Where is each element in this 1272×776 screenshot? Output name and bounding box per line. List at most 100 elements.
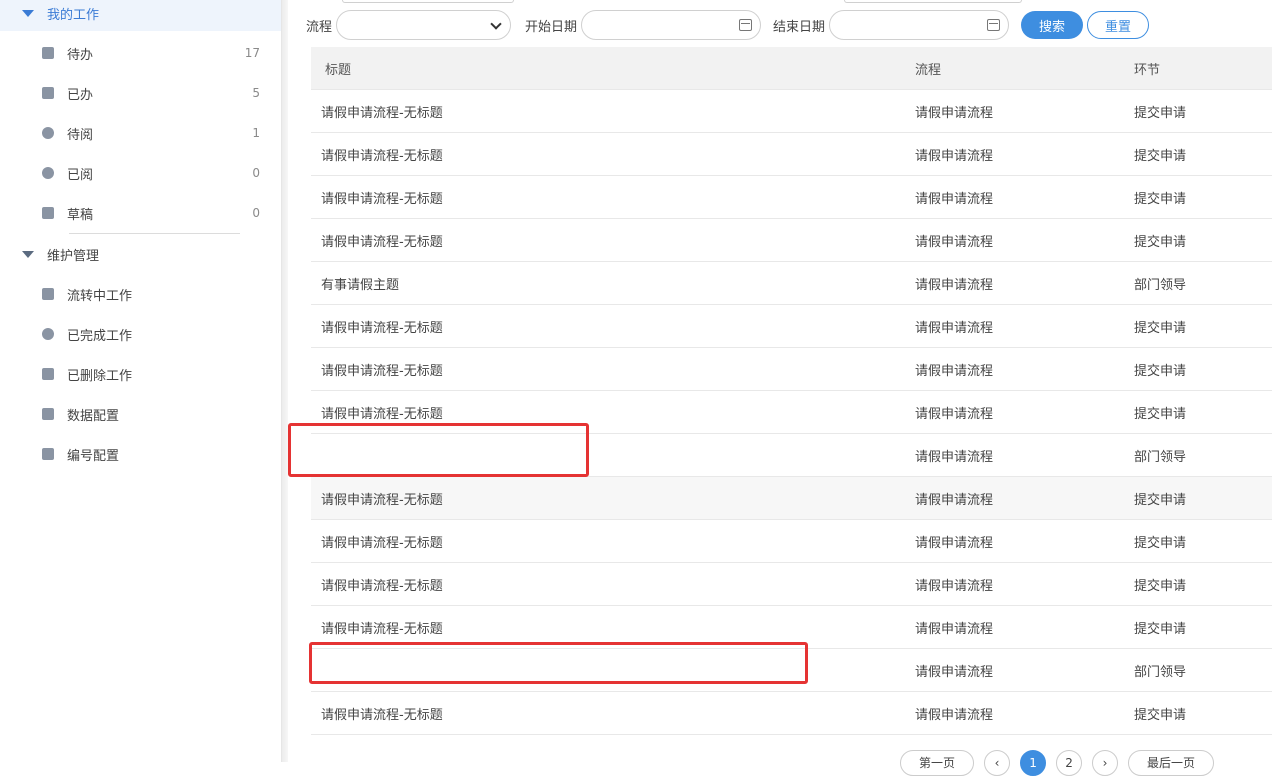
table-row[interactable]: 请假申请流程-无标题 请假申请流程 提交申请 [311, 176, 1272, 219]
cell-step: 提交申请 [1134, 320, 1187, 336]
clock-icon [42, 127, 54, 139]
sidebar-item-count: 0 [252, 166, 260, 180]
cell-step: 提交申请 [1134, 492, 1187, 508]
group-my-work[interactable]: 我的工作 [0, 0, 281, 31]
sidebar-item-count: 5 [252, 86, 260, 100]
first-page-button[interactable]: 第一页 [900, 750, 975, 776]
cell-step: 部门领导 [1134, 449, 1187, 465]
cell-process: 请假申请流程 [915, 105, 994, 121]
cell-title[interactable]: 请假申请流程-无标题 [321, 192, 443, 207]
eye-icon [42, 167, 54, 179]
chevron-left-icon: ‹ [994, 756, 1000, 770]
sidebar-item-completed[interactable]: 已完成工作 [0, 316, 281, 352]
sidebar-item-label: 已删除工作 [67, 368, 133, 384]
start-date-input[interactable] [581, 10, 762, 40]
process-select[interactable] [336, 10, 512, 40]
table-row[interactable]: 请假申请流程-无标题 请假申请流程 提交申请 [311, 90, 1272, 133]
sliders-icon [42, 408, 54, 420]
sidebar: 我的工作 待办 17 已办 5 待阅 1 已阅 0 草稿 0 维护管理 流转中工… [0, 0, 282, 762]
cell-process: 请假申请流程 [915, 664, 994, 680]
next-page-button[interactable]: › [1092, 750, 1119, 776]
cell-title[interactable]: 请假申请流程-无标题 [321, 106, 443, 121]
done-icon [42, 87, 54, 99]
page-button[interactable]: 2 [1056, 750, 1083, 776]
sidebar-item-label: 已办 [67, 87, 94, 103]
page-button[interactable]: 1 [1020, 750, 1047, 776]
cell-step: 部门领导 [1134, 277, 1187, 293]
cell-title[interactable]: 请假申请流程-无标题 [321, 708, 443, 723]
cell-step: 提交申请 [1134, 148, 1187, 164]
trash-icon [42, 368, 54, 380]
calendar-icon[interactable] [987, 19, 1001, 31]
start-date-label: 开始日期 [525, 19, 578, 35]
sidebar-item-count: 1 [252, 126, 260, 140]
table-row[interactable]: 请假申请流程-无标题 请假申请流程 提交申请 [311, 520, 1272, 563]
search-button[interactable]: 搜索 [1021, 11, 1084, 39]
cell-process: 请假申请流程 [915, 578, 994, 594]
cell-title[interactable]: 请假申请流程-无标题 [321, 407, 443, 422]
group-maintenance[interactable]: 维护管理 [0, 236, 281, 272]
cell-step: 部门领导 [1134, 664, 1187, 680]
table-row[interactable]: 请假申请流程-无标题 请假申请流程 提交申请 [311, 477, 1272, 520]
table-row[interactable]: 请假申请流程-无标题 请假申请流程 提交申请 [311, 305, 1272, 348]
sidebar-item-read[interactable]: 已阅 0 [0, 155, 281, 191]
end-date-label: 结束日期 [773, 19, 826, 35]
sidebar-item-label: 流转中工作 [67, 288, 133, 304]
cell-title[interactable]: 请假申请流程-无标题 [321, 622, 443, 637]
cell-process: 请假申请流程 [915, 191, 994, 207]
cell-title[interactable]: 请假申请流程-无标题 [321, 364, 443, 379]
cell-step: 提交申请 [1134, 105, 1187, 121]
last-page-button[interactable]: 最后一页 [1128, 750, 1215, 776]
pagination: 第一页 ‹ 1 2 › 最后一页 [900, 750, 1215, 776]
cell-title[interactable]: 请假申请流程-无标题 [321, 493, 443, 508]
cell-process: 请假申请流程 [915, 277, 994, 293]
sidebar-item-todo[interactable]: 待办 17 [0, 35, 281, 71]
sidebar-item-done[interactable]: 已办 5 [0, 75, 281, 111]
calendar-icon[interactable] [739, 19, 753, 31]
highlight-box [288, 423, 589, 477]
table-row[interactable]: 请假申请流程-无标题 请假申请流程 提交申请 [311, 692, 1272, 735]
sidebar-item-number-config[interactable]: 编号配置 [0, 436, 281, 472]
caret-down-icon [22, 250, 34, 258]
cell-title[interactable]: 有事请假主题 [321, 278, 399, 293]
sidebar-item-in-flow[interactable]: 流转中工作 [0, 276, 281, 312]
cell-process: 请假申请流程 [915, 621, 994, 637]
process-filter-label: 流程 [306, 19, 333, 35]
table-row[interactable]: 请假申请流程-无标题 请假申请流程 提交申请 [311, 563, 1272, 606]
sidebar-item-draft[interactable]: 草稿 0 [0, 195, 281, 231]
cell-process: 请假申请流程 [915, 320, 994, 336]
table-row[interactable]: 请假申请流程-无标题 请假申请流程 提交申请 [311, 219, 1272, 262]
header-step: 环节 [1134, 62, 1161, 78]
cell-process: 请假申请流程 [915, 449, 994, 465]
cell-step: 提交申请 [1134, 535, 1187, 551]
table-row[interactable]: 请假申请流程-无标题 请假申请流程 提交申请 [311, 133, 1272, 176]
cell-process: 请假申请流程 [915, 234, 994, 250]
cell-title[interactable]: 请假申请流程-无标题 [321, 579, 443, 594]
table-row[interactable]: 请假申请流程-无标题 请假申请流程 提交申请 [311, 348, 1272, 391]
cell-step: 提交申请 [1134, 191, 1187, 207]
cell-title[interactable]: 请假申请流程-无标题 [321, 536, 443, 551]
sidebar-item-label: 已阅 [67, 167, 94, 183]
sidebar-item-data-config[interactable]: 数据配置 [0, 396, 281, 432]
cropped-input-top [844, 0, 1022, 3]
sidebar-item-to-read[interactable]: 待阅 1 [0, 115, 281, 151]
cell-title[interactable]: 请假申请流程-无标题 [321, 235, 443, 250]
cell-process: 请假申请流程 [915, 492, 994, 508]
sidebar-item-count: 0 [252, 206, 260, 220]
reset-button[interactable]: 重置 [1087, 11, 1150, 39]
sidebar-item-label: 待阅 [67, 127, 94, 143]
cell-step: 提交申请 [1134, 234, 1187, 250]
sidebar-item-deleted[interactable]: 已删除工作 [0, 356, 281, 392]
chevron-down-icon [490, 18, 502, 30]
flow-icon [42, 288, 54, 300]
cell-title[interactable]: 请假申请流程-无标题 [321, 149, 443, 164]
header-process: 流程 [915, 62, 942, 78]
highlight-box [309, 642, 808, 684]
cell-step: 提交申请 [1134, 363, 1187, 379]
cell-process: 请假申请流程 [915, 707, 994, 723]
cell-title[interactable]: 请假申请流程-无标题 [321, 321, 443, 336]
end-date-input[interactable] [829, 10, 1010, 40]
table-row[interactable]: 有事请假主题 请假申请流程 部门领导 [311, 262, 1272, 305]
prev-page-button[interactable]: ‹ [984, 750, 1011, 776]
sidebar-splitter [282, 0, 288, 762]
